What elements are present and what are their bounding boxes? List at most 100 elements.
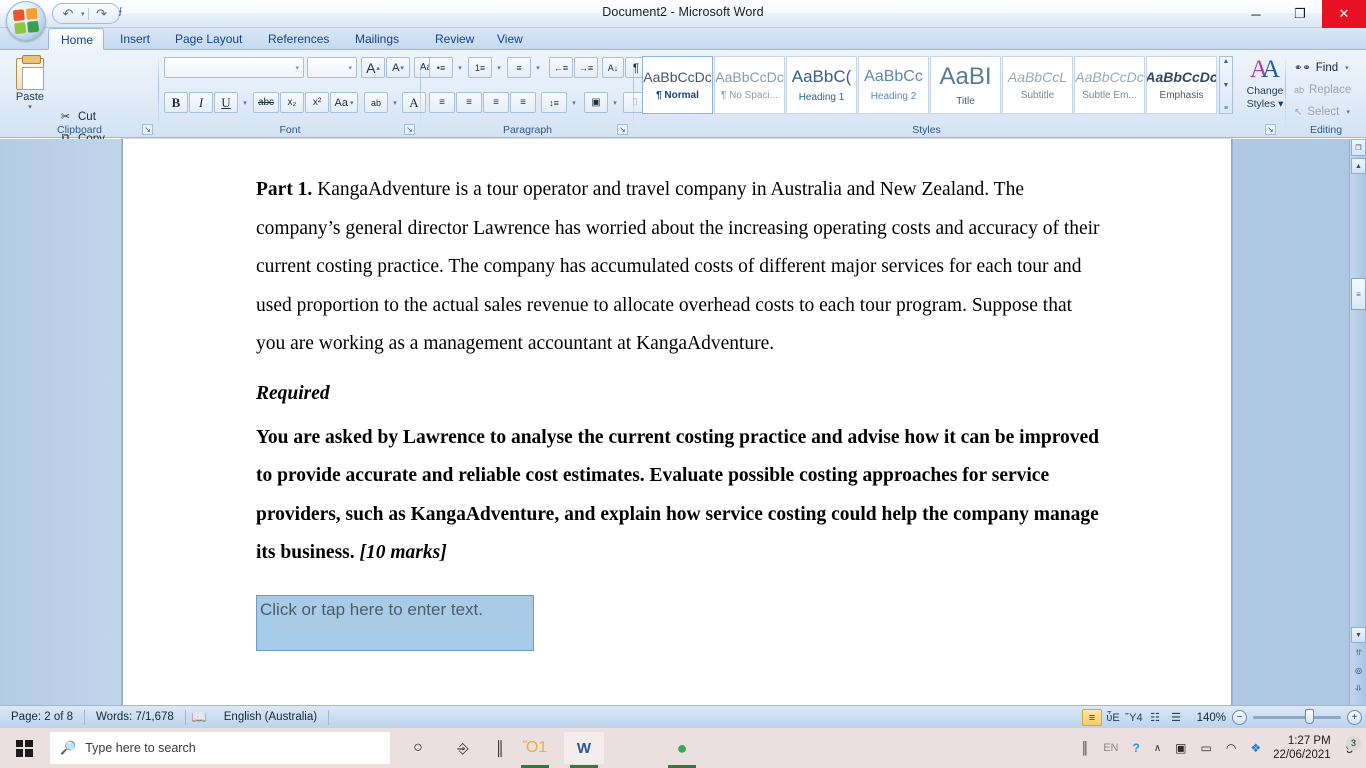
scroll-down-button[interactable]: ▼ (1351, 627, 1366, 643)
zoom-out-button[interactable]: − (1232, 710, 1247, 725)
webcam-icon[interactable]: ▣ (1168, 741, 1193, 755)
zoom-in-button[interactable]: + (1347, 710, 1362, 725)
previous-page-button[interactable]: ⥣ (1351, 644, 1366, 661)
print-layout-view-button[interactable]: ≡ (1082, 709, 1102, 726)
zoom-slider-thumb[interactable] (1305, 709, 1314, 724)
cortana-icon[interactable]: ○ (398, 732, 438, 764)
language-indicator[interactable]: English (Australia) (213, 706, 328, 729)
superscript-button[interactable]: x² (305, 92, 329, 113)
wifi-icon[interactable]: ◠ (1219, 741, 1243, 755)
file-explorer-icon[interactable]: Ὄ1 (515, 732, 555, 764)
content-control-placeholder[interactable]: Click or tap here to enter text. (256, 595, 534, 651)
close-button[interactable]: ✕ (1322, 0, 1366, 28)
google-chrome-icon[interactable]: ● (662, 732, 702, 764)
clock[interactable]: 1:27 PM 22/06/2021 (1268, 734, 1340, 762)
full-screen-reading-view-button[interactable]: ὖE (1103, 709, 1123, 726)
select-button[interactable]: ↖ Select ▾ (1294, 102, 1350, 122)
strikethrough-button[interactable]: abc (253, 92, 279, 113)
show-hidden-icons-icon[interactable]: ∧ (1147, 743, 1168, 754)
start-button[interactable] (6, 732, 42, 764)
tab-view[interactable]: View (485, 28, 535, 50)
paste-button[interactable]: Paste ▾ (8, 56, 52, 118)
style-normal[interactable]: AaBbCcDc ¶ Normal (642, 56, 713, 114)
increase-indent-button[interactable]: →≡ (574, 57, 598, 78)
font-size-caret-icon[interactable]: ▾ (348, 64, 352, 72)
task-view-icon[interactable]: ⎆ (443, 732, 483, 764)
select-browse-object-top-icon[interactable]: ❐ (1351, 139, 1366, 156)
italic-button[interactable]: I (189, 92, 213, 113)
tab-references[interactable]: References (256, 28, 341, 50)
find-caret-icon[interactable]: ▾ (1345, 64, 1349, 72)
tab-page-layout[interactable]: Page Layout (163, 28, 254, 50)
underline-button[interactable]: U (214, 92, 238, 113)
bullets-caret-icon[interactable]: ▾ (453, 57, 465, 78)
gallery-scroll-up-icon[interactable]: ▲ (1223, 58, 1230, 65)
document-body[interactable]: Part 1. KangaAdventure is a tour operato… (256, 171, 1101, 651)
maximize-button[interactable]: ❐ (1278, 0, 1322, 28)
scrollbar-thumb[interactable]: ≡ (1351, 278, 1366, 310)
split-bars-icon[interactable]: ║ (480, 732, 520, 764)
style-heading-1[interactable]: AaBbC( Heading 1 (786, 56, 857, 114)
style-heading-2[interactable]: AaBbCc Heading 2 (858, 56, 929, 114)
style-subtitle[interactable]: AaBbCcL Subtitle (1002, 56, 1073, 114)
zoom-slider[interactable] (1253, 716, 1341, 719)
replace-button[interactable]: ab Replace (1294, 80, 1351, 100)
dropbox-icon[interactable]: ❖ (1243, 741, 1268, 755)
styles-dialog-launcher[interactable]: ↘ (1265, 124, 1276, 135)
line-spacing-button[interactable]: ↕≡ (541, 92, 567, 113)
font-name-combobox[interactable]: ▾ (164, 57, 304, 78)
tray-bars-icon[interactable]: ║ (1074, 741, 1097, 755)
align-right-button[interactable]: ≡ (483, 92, 509, 113)
tab-review[interactable]: Review (423, 28, 486, 50)
sort-button[interactable]: A↓ (602, 57, 624, 78)
underline-caret-icon[interactable]: ▾ (238, 92, 250, 113)
text-highlight-button[interactable]: ab (364, 92, 388, 113)
decrease-indent-button[interactable]: ←≡ (549, 57, 573, 78)
highlight-caret-icon[interactable]: ▾ (388, 92, 400, 113)
outline-view-button[interactable]: ☷ (1145, 709, 1165, 726)
shading-caret-icon[interactable]: ▾ (608, 92, 620, 113)
style-emphasis[interactable]: AaBbCcDc Emphasis (1146, 56, 1217, 114)
justify-button[interactable]: ≡ (510, 92, 536, 113)
page-indicator[interactable]: Page: 2 of 8 (0, 706, 84, 729)
next-page-button[interactable]: ⥥ (1351, 680, 1366, 697)
style-title[interactable]: AaBI Title (930, 56, 1001, 114)
multilevel-list-button[interactable]: ≡ (507, 57, 531, 78)
scroll-up-button[interactable]: ▲ (1351, 158, 1366, 174)
battery-icon[interactable]: ▭ (1194, 741, 1219, 755)
numbering-button[interactable]: 1≡ (468, 57, 492, 78)
shading-button[interactable]: ▣ (584, 92, 608, 113)
style-no-spacing[interactable]: AaBbCcDc ¶ No Spaci... (714, 56, 785, 114)
document-page[interactable]: Part 1. KangaAdventure is a tour operato… (122, 139, 1232, 705)
zoom-level-label[interactable]: 140% (1192, 712, 1226, 724)
align-center-button[interactable]: ≡ (456, 92, 482, 113)
customize-qat-icon[interactable]: ⨍ (118, 6, 123, 17)
change-styles-button[interactable]: AA Change Styles ▾ (1238, 56, 1292, 118)
tab-insert[interactable]: Insert (108, 28, 162, 50)
font-name-caret-icon[interactable]: ▾ (295, 64, 299, 72)
undo-icon[interactable]: ↶ (58, 5, 78, 22)
draft-view-button[interactable]: ☰ (1166, 709, 1186, 726)
microsoft-word-icon[interactable]: W (564, 732, 604, 764)
numbering-caret-icon[interactable]: ▾ (492, 57, 504, 78)
gallery-more-icon[interactable]: ≡ (1224, 105, 1228, 112)
grow-font-button[interactable]: A▴ (361, 57, 385, 78)
gallery-scroll-down-icon[interactable]: ▼ (1223, 82, 1230, 89)
notification-center-button[interactable]: ὚9 3 (1340, 740, 1366, 757)
style-subtle-emphasis[interactable]: AaBbCcDc Subtle Em... (1074, 56, 1145, 114)
paste-caret-icon[interactable]: ▾ (28, 103, 32, 111)
font-size-combobox[interactable]: ▾ (307, 57, 357, 78)
subscript-button[interactable]: x₂ (280, 92, 304, 113)
bullets-button[interactable]: •≡ (429, 57, 453, 78)
tab-home[interactable]: Home (48, 28, 104, 50)
shrink-font-button[interactable]: A▾ (386, 57, 410, 78)
undo-caret-icon[interactable]: ▾ (81, 10, 85, 18)
change-case-button[interactable]: Aa▾ (330, 92, 358, 113)
vertical-scrollbar[interactable]: ❐ ▲ ≡ ▼ ⥣ ◎ ⥥ (1349, 139, 1366, 705)
styles-gallery-scrollbar[interactable]: ▲ ▼ ≡ (1219, 56, 1233, 114)
proofing-errors-icon[interactable]: 📖 (186, 706, 213, 729)
office-button[interactable] (6, 1, 46, 41)
tab-mailings[interactable]: Mailings (343, 28, 411, 50)
redo-icon[interactable]: ↷ (92, 5, 112, 22)
font-dialog-launcher[interactable]: ↘ (404, 124, 415, 135)
